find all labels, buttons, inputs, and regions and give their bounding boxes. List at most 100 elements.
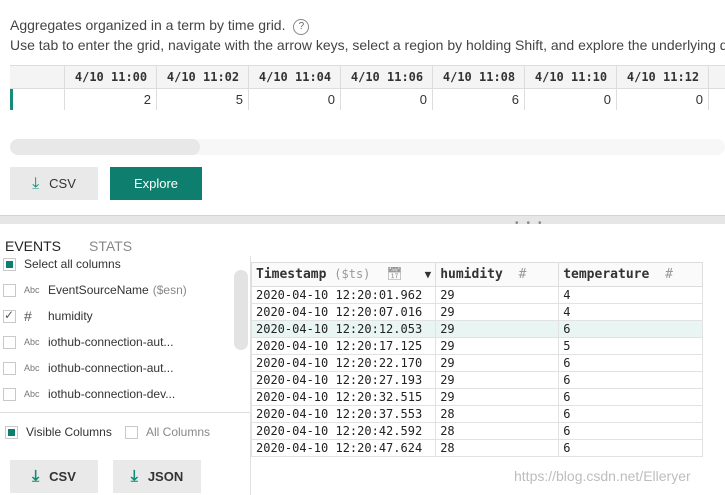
column-item[interactable]: # humidity [3, 305, 93, 327]
all-columns-checkbox[interactable] [125, 425, 138, 439]
table-row[interactable]: 2020-04-10 12:20:17.125 29 5 [250, 337, 704, 355]
table-cell: 29 [435, 371, 560, 389]
table-cell: 28 [435, 422, 560, 440]
grid-cell[interactable]: 0 [341, 89, 433, 110]
column-item[interactable]: Abc iothub-connection-aut... [3, 331, 173, 353]
term-time-grid[interactable]: 4/10 11:00 2 4/10 11:02 5 4/10 11:04 0 4/10 11… [10, 65, 725, 110]
column-checkbox[interactable] [3, 361, 16, 375]
humidity-column-header[interactable]: humidity # [435, 262, 560, 287]
column-item[interactable]: Abc iothub-connection-dev... [3, 383, 175, 405]
visible-columns-checkbox[interactable] [5, 425, 18, 439]
events-header-row: Timestamp ($ts) 📅︎ ▼ humidity # temperat… [250, 262, 704, 287]
table-cell: 4 [558, 286, 704, 304]
calendar-icon[interactable]: 📅︎ [386, 267, 403, 282]
tab-events[interactable]: EVENTS [5, 238, 61, 254]
grid-column[interactable]: 4/10 11:10 0 [524, 66, 617, 110]
columns-scrollbar-thumb[interactable] [234, 270, 248, 350]
select-all-checkbox[interactable] [3, 257, 16, 271]
grid-column[interactable]: 4/10 11:00 2 [64, 66, 157, 110]
pane-splitter[interactable] [0, 215, 725, 224]
grid-column[interactable]: 4/10 11:04 0 [248, 66, 341, 110]
all-columns-option[interactable]: All Columns [125, 425, 210, 439]
watermark: https://blog.csdn.net/Elleryer [514, 468, 691, 484]
explore-button[interactable]: Explore [110, 167, 202, 200]
table-cell: 28 [435, 405, 560, 423]
timestamp-header-sub: ($ts) [334, 267, 371, 281]
grid-cell[interactable]: 0 [525, 89, 617, 110]
table-cell: 2020-04-10 12:20:01.962 [250, 286, 437, 304]
sort-desc-icon[interactable]: ▼ [425, 268, 432, 281]
table-row[interactable]: 2020-04-10 12:20:47.624 28 6 [250, 439, 704, 457]
grid-time-header: 4/10 11:02 [157, 66, 249, 89]
grid-cell[interactable] [709, 89, 725, 110]
table-cell: 6 [558, 354, 704, 372]
column-item[interactable]: Abc EventSourceName ($esn) [3, 279, 187, 301]
table-row[interactable]: 2020-04-10 12:20:07.016 29 4 [250, 303, 704, 321]
select-all-label: Select all columns [24, 257, 121, 271]
csv-export-button[interactable]: ⤓ CSV [10, 167, 98, 200]
grid-time-header: 4/10 11:08 [433, 66, 525, 89]
grid-time-header: 4 [709, 66, 725, 89]
temperature-column-header[interactable]: temperature # [558, 262, 704, 287]
grid-description: Aggregates organized in a term by time g… [10, 17, 310, 35]
grid-column[interactable]: 4/10 11:06 0 [340, 66, 433, 110]
table-cell: 29 [435, 337, 560, 355]
text-type-icon: Abc [24, 389, 40, 399]
column-name: humidity [48, 309, 93, 323]
grid-time-header: 4/10 11:12 [617, 66, 709, 89]
grid-time-header: 4/10 11:04 [249, 66, 341, 89]
table-cell: 28 [435, 439, 560, 457]
table-cell: 2020-04-10 12:20:17.125 [250, 337, 437, 355]
download-arrow-icon: ⤓ [32, 174, 40, 192]
grid-row-marker[interactable] [10, 89, 64, 110]
table-row[interactable]: 2020-04-10 12:20:37.553 28 6 [250, 405, 704, 423]
table-row[interactable]: 2020-04-10 12:20:27.193 29 6 [250, 371, 704, 389]
grid-column[interactable]: 4/10 11:08 6 [432, 66, 525, 110]
grid-column[interactable]: 4 [708, 66, 725, 110]
text-type-icon: Abc [24, 285, 40, 295]
column-name: EventSourceName [48, 283, 149, 297]
grid-cell[interactable]: 0 [617, 89, 709, 110]
csv-download-button[interactable]: ⤓ CSV [10, 460, 98, 493]
grid-column[interactable]: 4/10 11:02 5 [156, 66, 249, 110]
question-circle-icon[interactable]: ? [293, 19, 310, 35]
table-cell: 29 [435, 354, 560, 372]
column-checkbox[interactable] [3, 283, 16, 297]
table-cell: 2020-04-10 12:20:47.624 [250, 439, 437, 457]
table-cell: 6 [558, 422, 704, 440]
grid-cell[interactable]: 2 [65, 89, 157, 110]
grid-cell[interactable]: 0 [249, 89, 341, 110]
description-text: Aggregates organized in a term by time g… [10, 17, 286, 33]
grid-column[interactable]: 4/10 11:12 0 [616, 66, 709, 110]
timestamp-column-header[interactable]: Timestamp ($ts) 📅︎ ▼ [250, 262, 437, 287]
column-checkbox[interactable] [3, 335, 16, 349]
table-cell: 2020-04-10 12:20:42.592 [250, 422, 437, 440]
column-checkbox[interactable] [3, 308, 16, 323]
table-cell: 6 [558, 439, 704, 457]
table-row[interactable]: 2020-04-10 12:20:01.962 29 4 [250, 286, 704, 304]
grid-cell[interactable]: 6 [433, 89, 525, 110]
tab-stats[interactable]: STATS [89, 238, 132, 254]
table-row[interactable]: 2020-04-10 12:20:12.053 29 6 [250, 320, 704, 338]
number-type-icon: # [518, 267, 527, 282]
temperature-header-label: temperature [563, 267, 650, 282]
grid-time-header: 4/10 11:06 [341, 66, 433, 89]
table-cell: 2020-04-10 12:20:22.170 [250, 354, 437, 372]
table-cell: 2020-04-10 12:20:07.016 [250, 303, 437, 321]
column-checkbox[interactable] [3, 387, 16, 401]
json-download-button[interactable]: ⤓ JSON [113, 460, 201, 493]
select-all-columns[interactable]: Select all columns [3, 256, 121, 275]
table-row[interactable]: 2020-04-10 12:20:22.170 29 6 [250, 354, 704, 372]
column-name: iothub-connection-dev... [48, 387, 176, 401]
splitter-grip-icon[interactable]: ••• [515, 218, 550, 229]
column-item[interactable]: Abc iothub-connection-aut... [3, 357, 173, 379]
table-cell: 6 [558, 320, 704, 338]
table-cell: 4 [558, 303, 704, 321]
number-type-icon: # [665, 267, 673, 282]
grid-cell[interactable]: 5 [157, 89, 249, 110]
table-cell: 5 [558, 337, 704, 355]
visible-columns-option[interactable]: Visible Columns [5, 425, 112, 439]
table-row[interactable]: 2020-04-10 12:20:42.592 28 6 [250, 422, 704, 440]
table-row[interactable]: 2020-04-10 12:20:32.515 29 6 [250, 388, 704, 406]
grid-scrollbar-thumb[interactable] [10, 139, 200, 155]
